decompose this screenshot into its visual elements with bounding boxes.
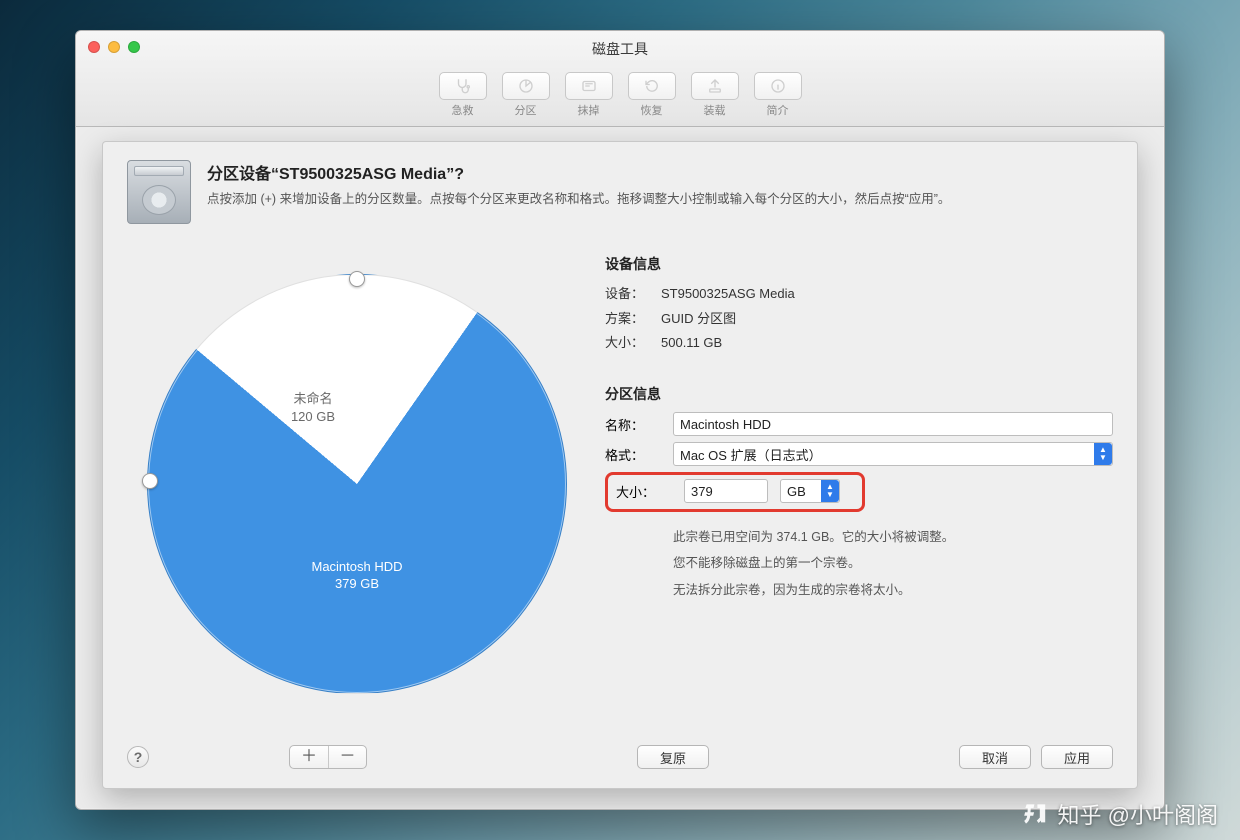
apply-button[interactable]: 应用	[1041, 745, 1113, 769]
disk-utility-window: 磁盘工具 急救 分区 抹掉	[75, 30, 1165, 810]
partition-size-input[interactable]	[684, 479, 768, 503]
toolbar-label: 分区	[515, 102, 537, 118]
sheet-header: 分区设备“ST9500325ASG Media”? 点按添加 (+) 来增加设备…	[127, 160, 1113, 224]
window-title: 磁盘工具	[76, 39, 1164, 59]
sheet-footer: ? ＋ － 复原 取消 应用	[127, 734, 1113, 774]
titlebar: 磁盘工具 急救 分区 抹掉	[76, 31, 1164, 127]
chevron-up-down-icon: ▲▼	[1094, 443, 1112, 465]
note-line: 您不能移除磁盘上的第一个宗卷。	[673, 550, 1113, 576]
scheme-label: 方案	[605, 307, 661, 332]
device-label: 设备	[605, 282, 661, 307]
device-value: ST9500325ASG Media	[661, 282, 1113, 307]
pie-slice-size: 379 GB	[335, 576, 379, 591]
note-line: 无法拆分此宗卷，因为生成的宗卷将太小。	[673, 577, 1113, 603]
toolbar-label: 装载	[704, 102, 726, 118]
toolbar-label: 恢复	[641, 102, 663, 118]
partition-pie-area: 未命名 120 GB Macintosh HDD 379 GB	[127, 234, 587, 734]
size-unit-value: GB	[787, 484, 806, 499]
pie-slice-macintosh[interactable]: Macintosh HDD 379 GB	[267, 558, 447, 593]
add-partition-button[interactable]: ＋	[290, 746, 328, 768]
toolbar: 急救 分区 抹掉 恢复	[76, 72, 1164, 118]
pie-icon	[502, 72, 550, 100]
format-label: 格式	[605, 445, 661, 464]
partition-name-input[interactable]	[673, 412, 1113, 436]
stethoscope-icon	[439, 72, 487, 100]
scheme-value: GUID 分区图	[661, 307, 1113, 332]
chevron-up-down-icon: ▲▼	[821, 480, 839, 502]
toolbar-erase[interactable]: 抹掉	[561, 72, 616, 118]
pie-slice-name: 未命名	[293, 391, 332, 406]
help-button[interactable]: ?	[127, 746, 149, 768]
sheet-title: 分区设备“ST9500325ASG Media”?	[207, 160, 950, 184]
pie-slice-unnamed[interactable]: 未命名 120 GB	[253, 390, 373, 425]
pie-resize-handle[interactable]	[142, 473, 158, 489]
device-info-title: 设备信息	[605, 254, 1113, 274]
mount-icon	[691, 72, 739, 100]
add-remove-segment: ＋ －	[289, 745, 367, 769]
toolbar-label: 简介	[767, 102, 789, 118]
erase-icon	[565, 72, 613, 100]
restore-icon	[628, 72, 676, 100]
partition-info-title: 分区信息	[605, 384, 1113, 404]
info-icon	[754, 72, 802, 100]
size-label: 大小	[616, 482, 672, 501]
revert-button[interactable]: 复原	[637, 745, 709, 769]
partition-size-highlight: 大小 GB ▲▼	[605, 472, 865, 512]
pie-slice-name: Macintosh HDD	[311, 559, 402, 574]
note-line: 此宗卷已用空间为 374.1 GB。它的大小将被调整。	[673, 524, 1113, 550]
pie-slice-size: 120 GB	[291, 409, 335, 424]
toolbar-first-aid[interactable]: 急救	[435, 72, 490, 118]
partition-format-popup[interactable]: Mac OS 扩展（日志式） ▲▼	[673, 442, 1113, 466]
pie-resize-handle[interactable]	[349, 271, 365, 287]
toolbar-restore[interactable]: 恢复	[624, 72, 679, 118]
toolbar-partition[interactable]: 分区	[498, 72, 553, 118]
remove-partition-button[interactable]: －	[328, 746, 366, 768]
partition-notes: 此宗卷已用空间为 374.1 GB。它的大小将被调整。 您不能移除磁盘上的第一个…	[673, 524, 1113, 603]
toolbar-info[interactable]: 简介	[750, 72, 805, 118]
cancel-button[interactable]: 取消	[959, 745, 1031, 769]
format-value: Mac OS 扩展（日志式）	[680, 445, 822, 464]
toolbar-label: 抹掉	[578, 102, 600, 118]
toolbar-mount[interactable]: 装载	[687, 72, 742, 118]
total-size-value: 500.11 GB	[661, 331, 1113, 356]
toolbar-label: 急救	[452, 102, 474, 118]
partition-pie-chart[interactable]: 未命名 120 GB Macintosh HDD 379 GB	[147, 274, 567, 694]
hard-disk-icon	[127, 160, 191, 224]
partition-sheet: 分区设备“ST9500325ASG Media”? 点按添加 (+) 来增加设备…	[102, 141, 1138, 789]
sheet-description: 点按添加 (+) 来增加设备上的分区数量。点按每个分区来更改名称和格式。拖移调整…	[207, 190, 950, 209]
name-label: 名称	[605, 415, 661, 434]
info-panel: 设备信息 设备ST9500325ASG Media 方案GUID 分区图 大小5…	[605, 234, 1113, 734]
total-size-label: 大小	[605, 331, 661, 356]
partition-size-unit-popup[interactable]: GB ▲▼	[780, 479, 840, 503]
